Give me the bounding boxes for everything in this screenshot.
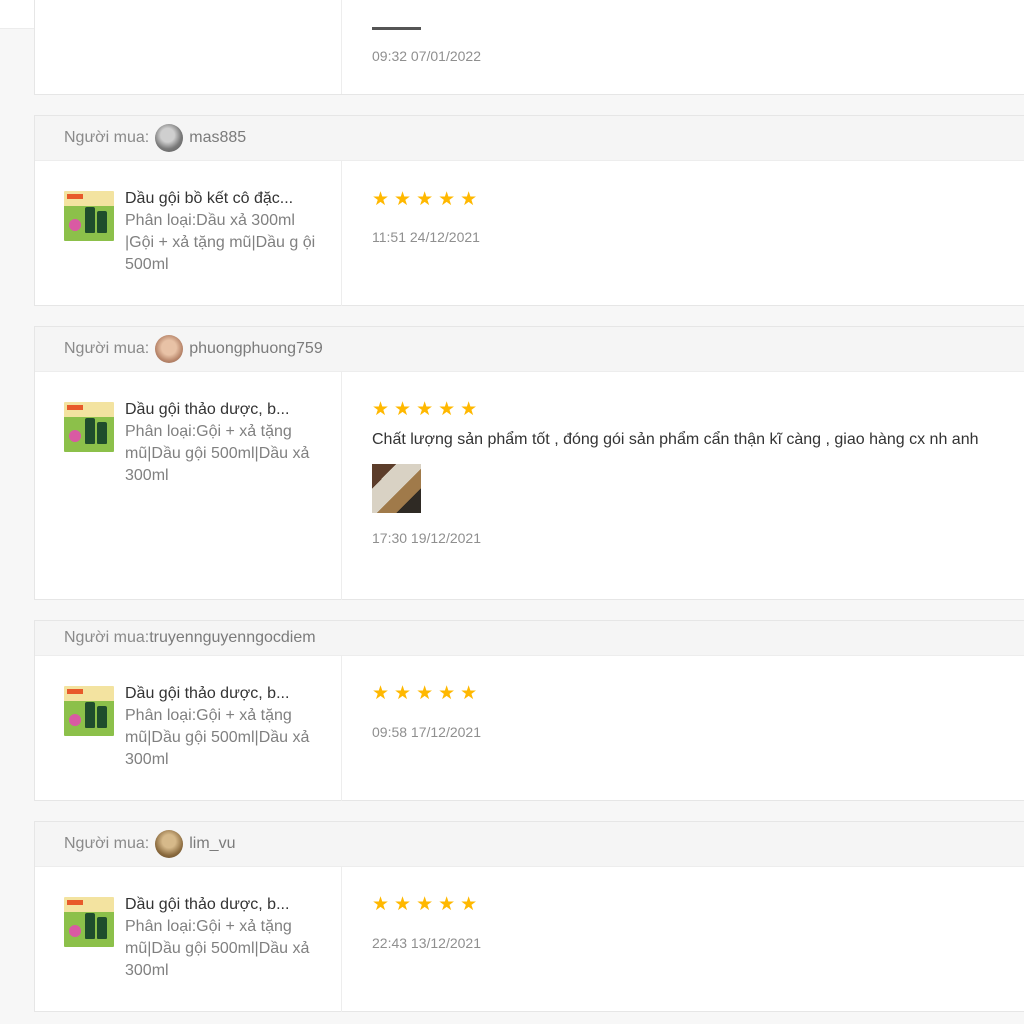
review-content: ★★★★★ 09:58 17/12/2021 <box>372 683 1013 741</box>
review-card: Người mua: phuongphuong759 Dầu gội thảo … <box>34 326 1024 600</box>
review-content: ★★★★★ Chất lượng sản phẩm tốt , đóng gói… <box>372 400 1013 546</box>
reviews-page: 09:32 07/01/2022 Người mua: mas885 Dầu g… <box>0 0 1024 1024</box>
product-name[interactable]: Dầu gội thảo dược, b... <box>125 683 320 705</box>
rating-stars: ★★★★★ <box>372 683 483 704</box>
buyer-header: Người mua: mas885 <box>35 116 1024 161</box>
buyer-label: Người mua: <box>64 340 150 357</box>
product-thumbnail[interactable] <box>64 686 114 736</box>
buyer-header: Người mua: phuongphuong759 <box>35 327 1024 372</box>
review-content: ★★★★★ 22:43 13/12/2021 <box>372 894 1013 952</box>
product-name[interactable]: Dầu gội bồ kết cô đặc... <box>125 188 320 210</box>
product-name[interactable]: Dầu gội thảo dược, b... <box>125 399 320 421</box>
rating-stars: ★★★★★ <box>372 399 483 420</box>
product-variant: Phân loại:Gội + xả tặng mũ|Dầu gội 500ml… <box>125 707 310 768</box>
buyer-username[interactable]: truyennguyenngocdiem <box>149 629 315 647</box>
review-time: 09:58 17/12/2021 <box>372 724 481 740</box>
review-comment: Chất lượng sản phẩm tốt , đóng gói sản p… <box>372 431 979 448</box>
buyer-username[interactable]: phuongphuong759 <box>189 340 322 358</box>
buyer-label: Người mua: <box>64 629 150 646</box>
buyer-label: Người mua: <box>64 129 150 146</box>
review-card: Người mua: lim_vu Dầu gội thảo dược, b..… <box>34 821 1024 1012</box>
product-thumbnail[interactable] <box>64 191 114 241</box>
avatar[interactable] <box>155 335 184 363</box>
avatar[interactable] <box>155 124 184 152</box>
review-time: 22:43 13/12/2021 <box>372 935 481 951</box>
product-variant: Phân loại:Gội + xả tặng mũ|Dầu gội 500ml… <box>125 918 310 979</box>
review-card: Người mua: mas885 Dầu gội bồ kết cô đặc.… <box>34 115 1024 306</box>
avatar[interactable] <box>155 830 184 858</box>
column-divider <box>341 161 342 306</box>
review-photo[interactable] <box>372 27 421 30</box>
review-content: ★★★★★ 11:51 24/12/2021 <box>372 189 1013 246</box>
buyer-username[interactable]: mas885 <box>189 129 246 147</box>
buyer-header: Người mua: lim_vu <box>35 822 1024 867</box>
product-variant: Phân loại:Dầu xả 300ml |Gội + xả tặng mũ… <box>125 212 316 273</box>
review-card-previous: 09:32 07/01/2022 <box>34 0 1024 95</box>
rating-stars: ★★★★★ <box>372 894 483 915</box>
column-divider <box>341 656 342 801</box>
product-variant: Phân loại:Gội + xả tặng mũ|Dầu gội 500ml… <box>125 423 310 484</box>
product-name[interactable]: Dầu gội thảo dược, b... <box>125 894 320 916</box>
review-card: Người mua: truyennguyenngocdiem Dầu gội … <box>34 620 1024 801</box>
product-thumbnail[interactable] <box>64 897 114 947</box>
column-divider <box>341 0 342 94</box>
column-divider <box>341 372 342 600</box>
review-time: 09:32 07/01/2022 <box>372 48 481 64</box>
review-time: 11:51 24/12/2021 <box>372 229 480 245</box>
buyer-username[interactable]: lim_vu <box>189 835 235 853</box>
buyer-header: Người mua: truyennguyenngocdiem <box>35 621 1024 656</box>
review-time: 17:30 19/12/2021 <box>372 530 481 546</box>
buyer-label: Người mua: <box>64 835 150 852</box>
product-thumbnail[interactable] <box>64 402 114 452</box>
review-photo[interactable] <box>372 464 421 513</box>
column-divider <box>341 867 342 1012</box>
rating-stars: ★★★★★ <box>372 189 483 210</box>
